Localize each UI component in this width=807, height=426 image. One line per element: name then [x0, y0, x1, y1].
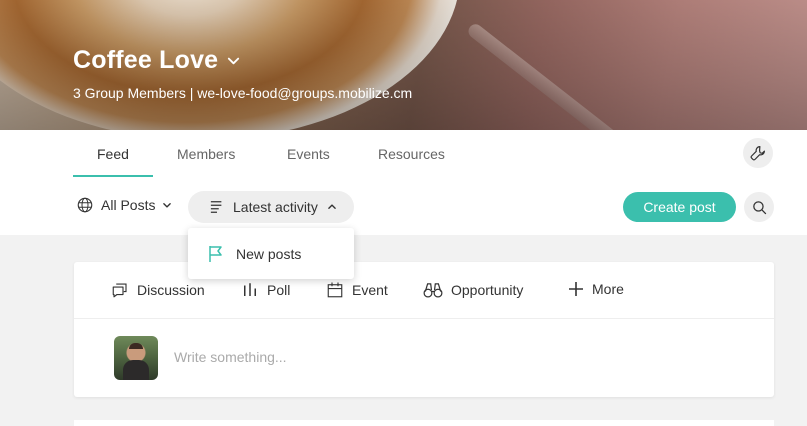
- all-posts-filter[interactable]: All Posts: [76, 196, 172, 214]
- write-something-input[interactable]: Write something...: [174, 349, 287, 365]
- chevron-down-icon: [228, 57, 240, 65]
- plus-icon: [569, 282, 583, 296]
- tab-events[interactable]: Events: [287, 146, 330, 176]
- settings-button[interactable]: [743, 138, 773, 168]
- feed-card: [74, 420, 774, 426]
- poll-post-type[interactable]: Poll: [241, 281, 290, 299]
- chevron-down-icon: [163, 203, 172, 208]
- tab-feed[interactable]: Feed: [97, 146, 129, 176]
- discussion-label: Discussion: [137, 282, 205, 298]
- sort-menu-item-new-posts[interactable]: New posts: [188, 228, 354, 279]
- discussion-post-type[interactable]: Discussion: [111, 281, 205, 299]
- event-label: Event: [352, 282, 388, 298]
- more-post-types[interactable]: More: [568, 281, 624, 297]
- post-composer: Discussion Poll Event Opportunity More W…: [74, 262, 774, 397]
- new-posts-label: New posts: [236, 245, 302, 262]
- search-icon: [752, 200, 766, 214]
- binoculars-icon: [423, 283, 443, 298]
- globe-icon: [77, 197, 93, 213]
- discussion-icon: [112, 283, 127, 298]
- create-post-button[interactable]: Create post: [623, 192, 736, 222]
- more-label: More: [592, 281, 624, 297]
- tab-members[interactable]: Members: [177, 146, 235, 176]
- group-subtitle: 3 Group Members | we-love-food@groups.mo…: [73, 85, 413, 101]
- all-posts-label: All Posts: [101, 197, 156, 213]
- opportunity-label: Opportunity: [451, 282, 524, 298]
- poll-icon: [244, 283, 256, 296]
- calendar-icon: [327, 282, 343, 298]
- chevron-up-icon: [328, 204, 336, 209]
- opportunity-post-type[interactable]: Opportunity: [423, 281, 523, 299]
- group-name: Coffee Love: [73, 46, 219, 74]
- search-button[interactable]: [744, 192, 774, 222]
- group-name-dropdown[interactable]: Coffee Love: [73, 46, 241, 75]
- divider: [74, 318, 774, 319]
- list-icon: [210, 201, 222, 213]
- avatar: [114, 336, 158, 380]
- poll-label: Poll: [267, 282, 291, 298]
- sort-label: Latest activity: [233, 199, 318, 215]
- tab-resources[interactable]: Resources: [378, 146, 445, 176]
- sort-dropdown[interactable]: Latest activity: [188, 191, 354, 223]
- group-nav: Feed Members Events Resources All Posts …: [0, 130, 807, 235]
- group-banner: Coffee Love 3 Group Members | we-love-fo…: [0, 0, 807, 130]
- event-post-type[interactable]: Event: [326, 281, 388, 299]
- wrench-icon: [750, 146, 765, 161]
- active-tab-indicator: [73, 175, 153, 177]
- flag-icon: [209, 245, 222, 262]
